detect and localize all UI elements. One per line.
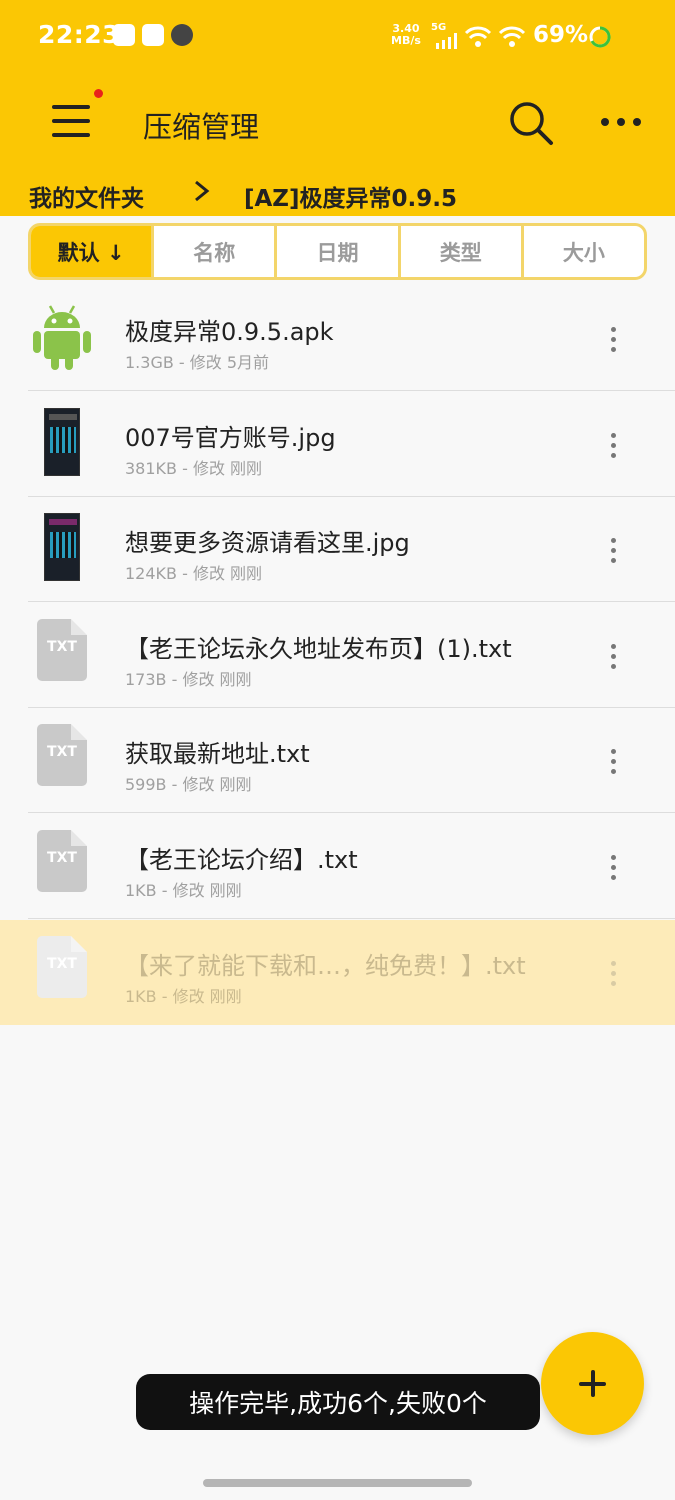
file-name: 【老王论坛永久地址发布页】(1).txt (125, 635, 512, 663)
sort-tab-name[interactable]: 名称 (154, 226, 278, 277)
notification-dot (94, 89, 103, 98)
row-divider (28, 918, 675, 919)
txt-file-icon: TXT (30, 724, 94, 796)
file-meta: 1KB - 修改 刚刚 (125, 881, 242, 900)
file-meta: 599B - 修改 刚刚 (125, 775, 252, 794)
notification-avatar-icon (171, 24, 193, 46)
wifi-icon (464, 26, 492, 47)
network-speed: 3.40 MB/s (391, 23, 421, 47)
image-thumbnail-icon (30, 408, 94, 480)
sort-tab-size[interactable]: 大小 (524, 226, 644, 277)
row-divider (28, 601, 675, 602)
file-name: 【老王论坛介绍】.txt (125, 846, 358, 874)
breadcrumb-current[interactable]: [AZ]极度异常0.9.5 (244, 179, 457, 213)
menu-button[interactable] (52, 105, 90, 137)
file-row-highlighted[interactable]: TXT 【来了就能下载和…，纯免费！】.txt 1KB - 修改 刚刚 (0, 920, 675, 1025)
status-bar: 22:23 3.40 MB/s 5G 69% (0, 0, 675, 72)
plus-icon (591, 1370, 595, 1397)
file-row[interactable]: TXT 【老王论坛介绍】.txt 1KB - 修改 刚刚 (0, 814, 675, 919)
android-icon (33, 305, 91, 370)
more-vertical-icon[interactable] (600, 324, 628, 354)
more-vertical-icon[interactable] (600, 852, 628, 882)
file-name: 获取最新地址.txt (125, 740, 310, 768)
battery-level: 69% (533, 22, 589, 48)
txt-file-label: TXT (47, 850, 77, 866)
more-vertical-icon[interactable] (600, 430, 628, 460)
file-meta: 381KB - 修改 刚刚 (125, 459, 263, 478)
txt-file-icon: TXT (30, 936, 94, 1008)
file-meta: 173B - 修改 刚刚 (125, 670, 252, 689)
notification-app-icon (113, 24, 135, 46)
txt-file-label: TXT (47, 956, 77, 972)
txt-file-icon: TXT (30, 619, 94, 691)
chevron-right-icon (195, 180, 210, 202)
file-meta: 124KB - 修改 刚刚 (125, 564, 263, 583)
more-options-button[interactable] (598, 110, 644, 134)
file-name: 想要更多资源请看这里.jpg (125, 529, 410, 557)
status-time: 22:23 (38, 20, 121, 49)
signal-icon (436, 33, 457, 49)
file-name: 极度异常0.9.5.apk (125, 318, 334, 346)
wifi-icon (498, 26, 526, 47)
file-row[interactable]: TXT 【老王论坛永久地址发布页】(1).txt 173B - 修改 刚刚 (0, 603, 675, 708)
file-meta: 1KB - 修改 刚刚 (125, 987, 242, 1006)
sort-tab-type[interactable]: 类型 (401, 226, 524, 277)
file-row[interactable]: TXT 获取最新地址.txt 599B - 修改 刚刚 (0, 708, 675, 813)
sort-tab-date[interactable]: 日期 (277, 226, 401, 277)
notification-app-icon (142, 24, 164, 46)
search-icon[interactable] (508, 100, 554, 146)
txt-file-icon: TXT (30, 830, 94, 902)
file-row[interactable]: 想要更多资源请看这里.jpg 124KB - 修改 刚刚 (0, 497, 675, 602)
network-speed-unit: MB/s (391, 34, 421, 47)
sort-tab-default[interactable]: 默认 ↓ (31, 226, 155, 277)
network-type: 5G (431, 22, 447, 33)
add-button[interactable] (541, 1332, 644, 1435)
app-header: 22:23 3.40 MB/s 5G 69% 压缩管理 我的文件夹 [AZ]极度… (0, 0, 675, 216)
battery-ring-icon (589, 26, 611, 48)
more-vertical-icon[interactable] (600, 535, 628, 565)
txt-file-label: TXT (47, 744, 77, 760)
row-divider (28, 390, 675, 391)
file-row[interactable]: 极度异常0.9.5.apk 1.3GB - 修改 5月前 (0, 286, 675, 391)
toast-message: 操作完毕,成功6个,失败0个 (136, 1374, 540, 1430)
home-indicator[interactable] (203, 1479, 472, 1487)
more-vertical-icon[interactable] (600, 746, 628, 776)
file-meta: 1.3GB - 修改 5月前 (125, 353, 270, 372)
page-title: 压缩管理 (143, 110, 260, 144)
breadcrumb: 我的文件夹 [AZ]极度异常0.9.5 (0, 170, 675, 216)
row-divider (28, 812, 675, 813)
file-name: 007号官方账号.jpg (125, 424, 336, 452)
image-thumbnail-icon (30, 513, 94, 585)
file-row[interactable]: 007号官方账号.jpg 381KB - 修改 刚刚 (0, 392, 675, 497)
more-vertical-icon[interactable] (600, 958, 628, 988)
file-name: 【来了就能下载和…，纯免费！】.txt (125, 952, 526, 980)
txt-file-label: TXT (47, 639, 77, 655)
sort-tabs: 默认 ↓ 名称 日期 类型 大小 (28, 223, 647, 280)
breadcrumb-root[interactable]: 我的文件夹 (29, 179, 144, 213)
more-vertical-icon[interactable] (600, 641, 628, 671)
